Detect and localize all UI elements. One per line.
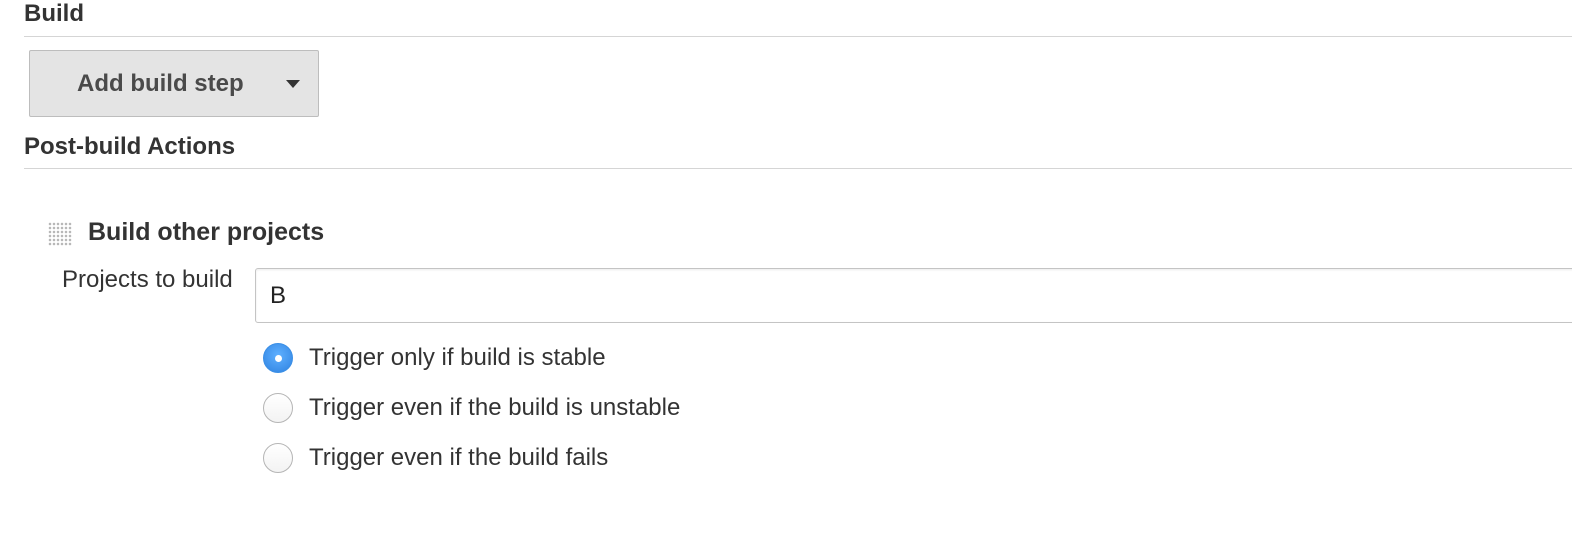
- radio-unchecked-icon[interactable]: [263, 443, 293, 473]
- trigger-fails-label[interactable]: Trigger even if the build fails: [309, 442, 608, 474]
- add-build-step-label: Add build step: [77, 70, 244, 97]
- trigger-stable-label[interactable]: Trigger only if build is stable: [309, 342, 606, 374]
- add-build-step-button[interactable]: Add build step: [29, 50, 319, 117]
- job-config-page: Build Add build step Post-build Actions …: [0, 0, 1572, 556]
- build-section-title: Build: [24, 0, 1572, 37]
- drag-handle-icon[interactable]: [48, 222, 72, 246]
- radio-unchecked-icon[interactable]: [263, 393, 293, 423]
- projects-to-build-input[interactable]: [255, 268, 1572, 323]
- projects-to-build-label: Projects to build: [62, 266, 233, 293]
- radio-dot: [275, 355, 282, 362]
- build-other-projects-title: Build other projects: [88, 218, 325, 246]
- radio-checked-icon[interactable]: [263, 343, 293, 373]
- post-build-section-title: Post-build Actions: [24, 132, 1572, 169]
- trigger-unstable-label[interactable]: Trigger even if the build is unstable: [309, 392, 680, 424]
- caret-down-icon: [286, 80, 300, 88]
